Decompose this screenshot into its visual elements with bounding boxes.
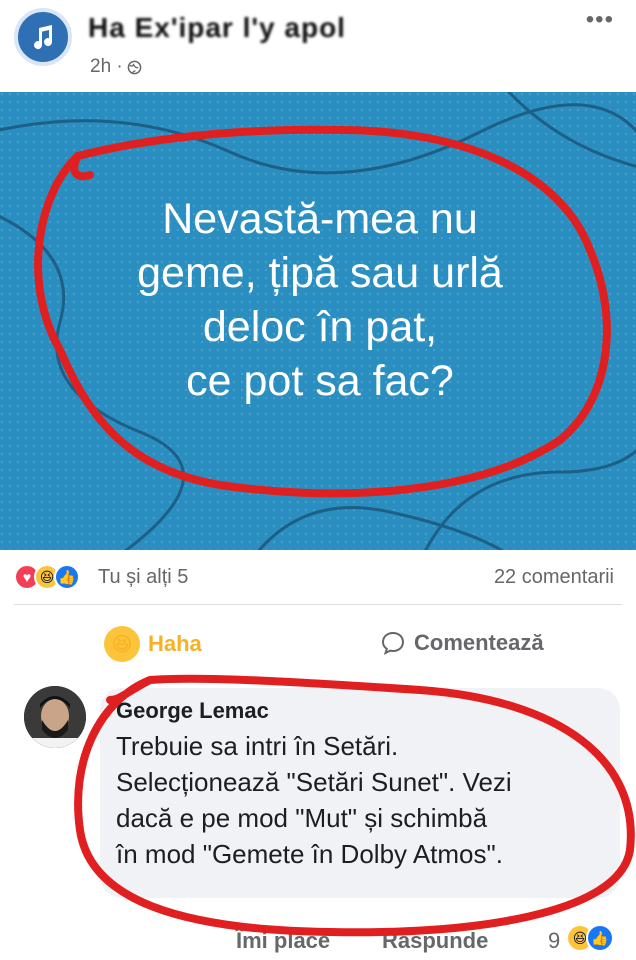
post-time[interactable]: 2h · [90, 56, 123, 78]
comment-text-line: Selecționează "Setări Sunet". Vezi [116, 767, 512, 797]
more-options-button[interactable]: ••• [586, 6, 614, 34]
comment: George Lemac Trebuie sa intri în Setări.… [0, 680, 636, 920]
comment-text-line: în mod "Gemete în Dolby Atmos". [116, 839, 503, 869]
music-note-icon [34, 25, 53, 50]
haha-label: Haha [148, 631, 202, 656]
reaction-icons[interactable]: ♥ 😆 👍 [14, 564, 80, 590]
post-image[interactable]: Nevastă-mea nu geme, țipă sau urlă deloc… [0, 92, 636, 550]
post-text-line: ce pot sa fac? [186, 357, 454, 405]
like-link[interactable]: Îmi place [236, 928, 330, 954]
reply-link[interactable]: Răspunde [382, 928, 488, 954]
post-text: Nevastă-mea nu geme, țipă sau urlă deloc… [40, 192, 600, 408]
commenter-avatar[interactable] [24, 686, 86, 748]
comment-icon [381, 631, 405, 655]
post-text-line: Nevastă-mea nu [162, 195, 478, 243]
reactions-bar: ♥ 😆 👍 Tu și alți 5 22 comentarii [0, 556, 636, 600]
comment-reaction-icons[interactable]: 😆 👍 [566, 924, 614, 952]
comments-count[interactable]: 22 comentarii [494, 566, 614, 589]
haha-icon: 😆 [104, 626, 140, 662]
author-name[interactable]: Ha Ex'ipar l'y apol [88, 12, 346, 44]
commenter-name[interactable]: George Lemac [116, 698, 604, 724]
comment-text-line: Trebuie sa intri în Setări. [116, 731, 399, 761]
person-photo [24, 686, 86, 748]
like-icon: 👍 [586, 924, 614, 952]
comment-bubble: George Lemac Trebuie sa intri în Setări.… [100, 688, 620, 898]
post-text-line: deloc în pat, [202, 303, 438, 351]
post-meta: 2h · [90, 56, 142, 78]
comment-button[interactable]: Comentează [380, 630, 544, 656]
haha-button[interactable]: 😆 Haha [104, 626, 202, 662]
post-header: Ha Ex'ipar l'y apol 2h · ••• [0, 0, 636, 92]
comment-actions: Îmi place Răspunde 9 😆 👍 [0, 922, 636, 960]
comment-text: Trebuie sa intri în Setări. Selecționeaz… [116, 728, 604, 872]
comment-label: Comentează [414, 630, 544, 655]
post-text-line: geme, țipă sau urlă [137, 249, 503, 297]
divider [14, 604, 622, 605]
actions-bar: 😆 Haha Comentează [0, 614, 636, 674]
comment-text-line: dacă e pe mod "Mut" și schimbă [116, 803, 488, 833]
globe-icon [127, 60, 142, 74]
comment-reaction-count[interactable]: 9 [548, 928, 560, 954]
page-avatar[interactable] [14, 8, 72, 66]
reaction-count[interactable]: Tu și alți 5 [98, 566, 188, 589]
like-icon: 👍 [54, 564, 80, 590]
